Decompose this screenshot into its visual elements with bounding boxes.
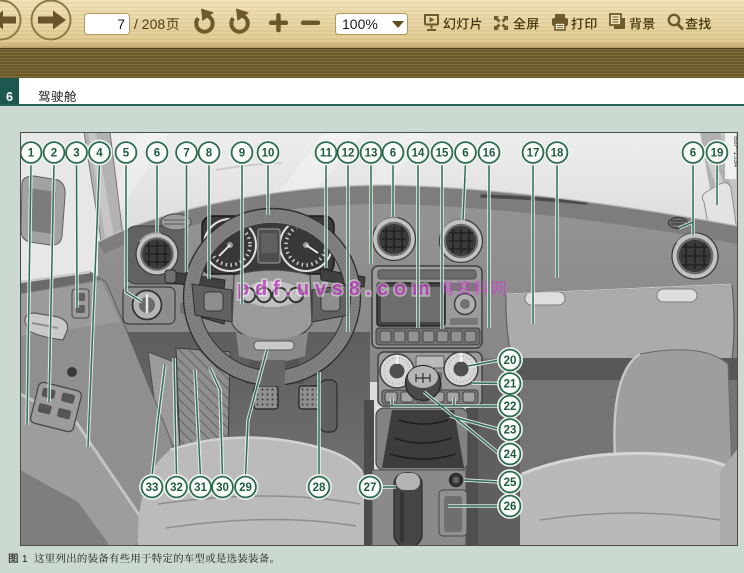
svg-text:2: 2: [51, 148, 57, 160]
svg-text:29: 29: [239, 482, 252, 494]
svg-text:6: 6: [390, 148, 396, 160]
svg-text:100%: 100%: [342, 16, 378, 32]
svg-text:6: 6: [462, 148, 468, 160]
svg-text:23: 23: [504, 425, 517, 437]
svg-text:12: 12: [342, 148, 355, 160]
svg-text:32: 32: [170, 482, 183, 494]
svg-text:14: 14: [412, 148, 425, 160]
svg-text:15: 15: [436, 148, 449, 160]
svg-text:28: 28: [313, 482, 326, 494]
svg-text:19: 19: [711, 148, 724, 160]
svg-text:pdf.uvs8.com: pdf.uvs8.com: [237, 278, 436, 300]
svg-text:1: 1: [22, 554, 28, 565]
svg-text:25: 25: [504, 477, 517, 489]
svg-text:/ 208: / 208: [134, 16, 165, 32]
svg-text:20: 20: [504, 355, 517, 367]
svg-text:10: 10: [262, 148, 275, 160]
svg-text:7: 7: [117, 16, 125, 32]
svg-text:24: 24: [504, 449, 517, 461]
svg-text:6: 6: [690, 148, 696, 160]
svg-text:27: 27: [364, 482, 377, 494]
svg-text:9: 9: [239, 148, 245, 160]
svg-text:22: 22: [504, 401, 517, 413]
svg-text:13: 13: [365, 148, 378, 160]
svg-text:18: 18: [551, 148, 564, 160]
svg-text:16: 16: [483, 148, 496, 160]
svg-text:5: 5: [123, 148, 130, 160]
svg-text:11: 11: [320, 148, 333, 160]
svg-text:17: 17: [527, 148, 540, 160]
svg-text:31: 31: [194, 482, 207, 494]
svg-text:26: 26: [504, 501, 517, 513]
svg-text:1: 1: [28, 148, 35, 160]
svg-text:8: 8: [206, 148, 213, 160]
svg-text:21: 21: [504, 379, 517, 391]
svg-text:33: 33: [146, 482, 159, 494]
svg-text:4: 4: [96, 148, 103, 160]
svg-text:3: 3: [73, 148, 79, 160]
svg-text:30: 30: [216, 482, 229, 494]
svg-text:6: 6: [154, 148, 160, 160]
svg-text:6: 6: [6, 90, 13, 104]
svg-text:7: 7: [183, 148, 189, 160]
